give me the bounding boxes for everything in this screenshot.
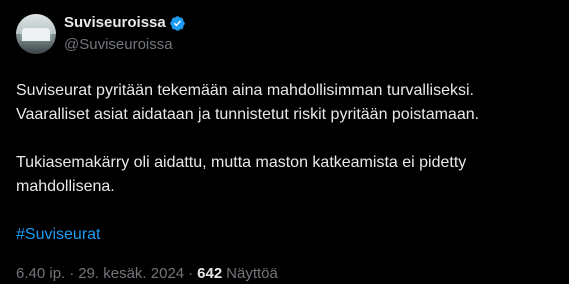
avatar[interactable] [16,14,56,54]
views-count[interactable]: 642 [197,264,222,284]
hashtag-link[interactable]: #Suviseurat [16,226,101,243]
tweet-line-2: Vaaralliset asiat aidataan ja tunnistetu… [16,106,480,123]
display-name-row: Suviseuroissa [64,13,186,33]
author-handle[interactable]: @Suviseuroissa [64,35,186,55]
hashtag-line: #Suviseurat [16,223,556,247]
tweet-text: Suviseurat pyritään tekemään aina mahdol… [16,79,556,247]
display-name[interactable]: Suviseuroissa [64,13,166,33]
tweet-time[interactable]: 6.40 ip. [16,264,65,284]
tweet-date[interactable]: 29. kesäk. 2024 [78,264,184,284]
meta-separator: · [69,265,75,282]
views-label[interactable]: Näyttöä [226,264,278,284]
tweet-meta: 6.40 ip. · 29. kesäk. 2024 · 642 Näyttöä [16,264,553,284]
tweet-line-1: Suviseurat pyritään tekemään aina mahdol… [16,82,474,99]
avatar-ground [16,41,56,54]
tweet-card: Suviseuroissa @Suviseuroissa Suviseurat … [0,0,569,282]
tweet-header: Suviseuroissa @Suviseuroissa [16,13,553,57]
tweet-line-3: Tukiasemakärry oli aidattu, mutta maston… [16,154,467,171]
verified-badge-icon[interactable] [169,15,186,32]
tweet-line-4: mahdollisena. [16,178,115,195]
avatar-tent [22,28,50,42]
meta-separator: · [188,265,194,282]
author-names: Suviseuroissa @Suviseuroissa [64,13,186,55]
